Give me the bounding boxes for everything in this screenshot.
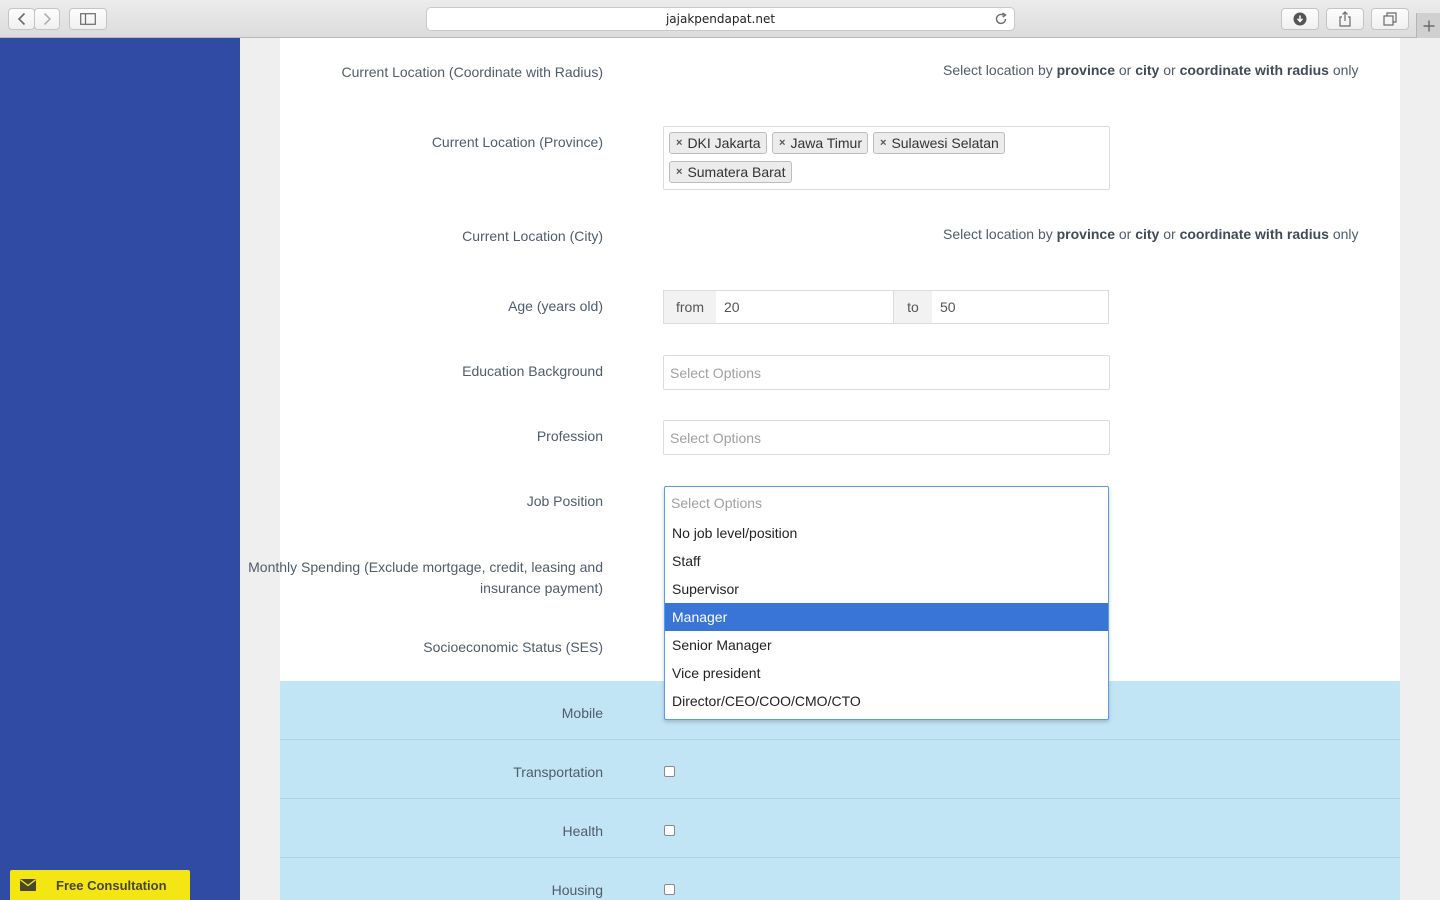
sidebar-icon xyxy=(80,13,96,25)
dropdown-option[interactable]: Supervisor xyxy=(665,575,1108,603)
forward-button[interactable] xyxy=(34,8,60,30)
coordinate-label: Current Location (Coordinate with Radius… xyxy=(341,64,603,80)
age-to-input[interactable]: 50 xyxy=(932,290,1109,324)
remove-tag-icon[interactable]: × xyxy=(779,137,785,149)
job-position-label: Job Position xyxy=(526,493,603,509)
share-button[interactable] xyxy=(1326,8,1364,30)
city-link: city xyxy=(1135,226,1160,242)
address-bar[interactable]: jajakpendapat.net xyxy=(426,7,1015,31)
province-tag[interactable]: × Sumatera Barat xyxy=(669,161,792,183)
forward-icon xyxy=(43,12,52,26)
mobile-label: Mobile xyxy=(561,705,603,721)
ses-label: Socioeconomic Status (SES) xyxy=(423,639,603,655)
dropdown-option[interactable]: No job level/position xyxy=(665,519,1108,547)
health-checkbox[interactable] xyxy=(664,825,675,836)
city-link: city xyxy=(1135,62,1160,78)
profession-select[interactable]: Select Options xyxy=(663,420,1110,455)
province-multiselect[interactable]: × DKI Jakarta × Jawa Timur × Sulawesi Se… xyxy=(663,126,1110,190)
remove-tag-icon[interactable]: × xyxy=(880,137,886,149)
back-icon xyxy=(17,12,25,26)
age-from-addon: from xyxy=(663,290,717,324)
city-label: Current Location (City) xyxy=(462,228,603,244)
ownership-row xyxy=(280,740,1400,799)
back-button[interactable] xyxy=(8,8,35,30)
housing-checkbox[interactable] xyxy=(664,884,675,895)
transportation-checkbox[interactable] xyxy=(664,766,675,777)
ownership-row xyxy=(280,799,1400,858)
dropdown-option-highlighted[interactable]: Manager xyxy=(665,603,1108,631)
age-label: Age (years old) xyxy=(508,298,603,314)
age-to-addon: to xyxy=(893,290,933,324)
free-consultation-button[interactable]: Free Consultation xyxy=(10,870,190,900)
province-tag[interactable]: × DKI Jakarta xyxy=(669,132,767,154)
coordinate-link: coordinate with radius xyxy=(1179,62,1329,78)
province-tag[interactable]: × Jawa Timur xyxy=(772,132,869,154)
remove-tag-icon[interactable]: × xyxy=(676,166,682,178)
envelope-icon xyxy=(10,870,46,900)
remove-tag-icon[interactable]: × xyxy=(676,137,682,149)
reload-icon[interactable] xyxy=(994,12,1008,26)
free-consultation-label: Free Consultation xyxy=(56,877,167,893)
download-icon xyxy=(1293,12,1307,26)
coordinate-note: Select location by province or city or c… xyxy=(943,62,1359,78)
education-label: Education Background xyxy=(462,363,603,379)
dropdown-option[interactable]: Director/CEO/COO/CMO/CTO xyxy=(665,687,1108,715)
province-label: Current Location (Province) xyxy=(431,134,603,150)
age-from-input[interactable]: 20 xyxy=(716,290,894,324)
downloads-button[interactable] xyxy=(1281,8,1319,30)
education-select[interactable]: Select Options xyxy=(663,355,1110,390)
job-position-dropdown[interactable]: Select Options No job level/position Sta… xyxy=(664,486,1109,720)
tabs-overview-button[interactable] xyxy=(1371,8,1409,30)
job-position-search[interactable]: Select Options xyxy=(671,495,762,511)
dropdown-option[interactable]: Vice president xyxy=(665,659,1108,687)
left-sidebar xyxy=(0,38,240,900)
new-tab-button[interactable] xyxy=(1416,13,1440,38)
province-tag[interactable]: × Sulawesi Selatan xyxy=(873,132,1005,154)
health-label: Health xyxy=(562,823,603,839)
share-icon xyxy=(1339,11,1351,27)
transportation-label: Transportation xyxy=(513,764,603,780)
url-text: jajakpendapat.net xyxy=(665,12,776,26)
browser-toolbar: jajakpendapat.net xyxy=(0,0,1440,38)
coordinate-link: coordinate with radius xyxy=(1179,226,1329,242)
profession-label: Profession xyxy=(536,428,603,444)
sidebar-toggle-button[interactable] xyxy=(69,8,107,30)
dropdown-option[interactable]: Senior Manager xyxy=(665,631,1108,659)
city-note: Select location by province or city or c… xyxy=(943,226,1359,242)
dropdown-option[interactable]: Staff xyxy=(665,547,1108,575)
tabs-icon xyxy=(1383,12,1397,26)
monthly-spending-label: Monthly Spending (Exclude mortgage, cred… xyxy=(248,559,603,596)
province-link: province xyxy=(1056,62,1115,78)
province-link: province xyxy=(1056,226,1115,242)
housing-label: Housing xyxy=(551,882,603,898)
new-tab-icon xyxy=(1423,20,1434,31)
